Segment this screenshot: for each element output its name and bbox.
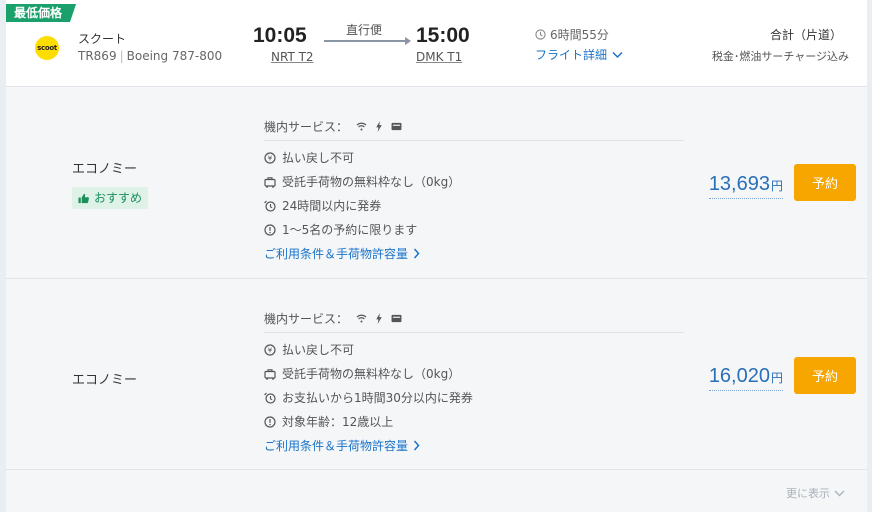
thumbs-up-icon: [78, 193, 89, 204]
price-currency: 円: [770, 179, 783, 193]
details-label: フライト詳細: [535, 48, 608, 62]
ticketing-icon: [264, 392, 276, 404]
chevron-right-icon: [413, 440, 420, 451]
condition-refund: ¥ 払い戻し不可: [264, 341, 354, 358]
flight-result-card: 最低価格 scoot スクート TR869 | Boeing 787-800 10:…: [6, 0, 867, 512]
services-label: 機内サービス：: [264, 312, 349, 326]
wifi-icon: [356, 122, 367, 131]
entertainment-icon: [391, 314, 402, 323]
condition-baggage: 受託手荷物の無料枠なし（0kg）: [264, 173, 460, 190]
condition-text: 対象年齢：12歳以上: [282, 415, 394, 429]
fare-class-name: エコノミー: [72, 162, 138, 177]
total-note: 税金･燃油サーチャージ込み: [711, 50, 849, 63]
arrival-airport[interactable]: DMK T1: [416, 50, 462, 64]
clock-icon: [535, 29, 546, 40]
price-currency: 円: [770, 371, 783, 385]
airline-logo: scoot: [35, 36, 59, 60]
info-icon: [264, 223, 276, 236]
terms-link[interactable]: ご利用条件＆手荷物許容量: [264, 245, 420, 262]
flight-number: TR869: [78, 49, 117, 63]
price-amount: 13,693: [708, 173, 770, 195]
airline-name: スクート: [78, 32, 127, 46]
condition-text: 受託手荷物の無料枠なし（0kg）: [282, 175, 461, 189]
svg-text:¥: ¥: [268, 346, 273, 354]
flight-info: TR869 | Boeing 787-800: [78, 49, 222, 63]
lowest-price-badge: 最低価格: [6, 4, 76, 22]
ticketing-icon: [264, 200, 276, 212]
inflight-services: 機内サービス：: [264, 310, 402, 327]
total-label: 合計（片道）: [769, 28, 842, 42]
info-icon: [264, 415, 276, 428]
fare-price[interactable]: 13,693円: [708, 172, 783, 199]
departure-time: 10:05: [253, 24, 307, 47]
chevron-down-icon: [612, 51, 623, 59]
condition-age: 対象年齢：12歳以上: [264, 413, 393, 430]
book-button[interactable]: 予約: [794, 164, 856, 201]
power-icon: [375, 121, 383, 132]
entertainment-icon: [391, 122, 402, 131]
show-more-label: 更に表示: [786, 487, 830, 500]
condition-refund: ¥ 払い戻し不可: [264, 149, 354, 166]
flight-details-link[interactable]: フライト詳細: [535, 46, 623, 63]
svg-text:¥: ¥: [268, 154, 273, 162]
flight-summary-header: 最低価格 scoot スクート TR869 | Boeing 787-800 10:…: [6, 0, 867, 87]
divider: [264, 332, 684, 333]
route-arrow: [324, 37, 411, 45]
baggage-icon: [264, 368, 276, 380]
condition-ticketing: お支払いから1時間30分以内に発券: [264, 389, 473, 406]
condition-text: 払い戻し不可: [282, 343, 355, 357]
services-label: 機内サービス：: [264, 120, 349, 134]
terms-label: ご利用条件＆手荷物許容量: [264, 439, 409, 453]
condition-passengers: 1～5名の予約に限ります: [264, 221, 417, 238]
flight-duration: 6時間55分: [535, 26, 609, 43]
recommend-label: おすすめ: [94, 191, 143, 205]
condition-text: 受託手荷物の無料枠なし（0kg）: [282, 367, 461, 381]
condition-text: お支払いから1時間30分以内に発券: [282, 391, 473, 405]
power-icon: [375, 313, 383, 324]
inflight-services: 機内サービス：: [264, 118, 402, 135]
divider: [264, 140, 684, 141]
terms-label: ご利用条件＆手荷物許容量: [264, 247, 409, 261]
fare-class-name: エコノミー: [72, 373, 138, 388]
terms-link[interactable]: ご利用条件＆手荷物許容量: [264, 437, 420, 454]
aircraft-type: Boeing 787-800: [126, 49, 223, 63]
condition-text: 1～5名の予約に限ります: [282, 223, 418, 237]
recommend-badge: おすすめ: [72, 187, 149, 209]
condition-ticketing: 24時間以内に発券: [264, 197, 381, 214]
condition-text: 払い戻し不可: [282, 151, 355, 165]
duration-text: 6時間55分: [550, 28, 609, 42]
baggage-icon: [264, 176, 276, 188]
refund-icon: ¥: [264, 151, 276, 164]
separator: |: [119, 49, 124, 63]
refund-icon: ¥: [264, 343, 276, 356]
fare-option: エコノミー おすすめ 機内サービス： ¥ 払い戻し不可 受託手荷物の無料枠なし（…: [6, 88, 867, 279]
fare-price[interactable]: 16,020円: [708, 364, 783, 391]
arrival-time: 15:00: [416, 24, 470, 47]
chevron-right-icon: [413, 248, 420, 259]
book-button[interactable]: 予約: [794, 357, 856, 394]
price-amount: 16,020: [708, 365, 770, 387]
condition-text: 24時間以内に発券: [282, 199, 382, 213]
departure-airport[interactable]: NRT T2: [271, 50, 314, 64]
chevron-down-icon: [834, 490, 845, 497]
direct-flight-label: 直行便: [346, 23, 383, 37]
show-more-button[interactable]: 更に表示: [786, 485, 845, 501]
condition-baggage: 受託手荷物の無料枠なし（0kg）: [264, 365, 460, 382]
fare-option: エコノミー 機内サービス： ¥ 払い戻し不可 受託手荷物の無料枠なし（0kg） …: [6, 280, 867, 470]
wifi-icon: [356, 314, 367, 323]
